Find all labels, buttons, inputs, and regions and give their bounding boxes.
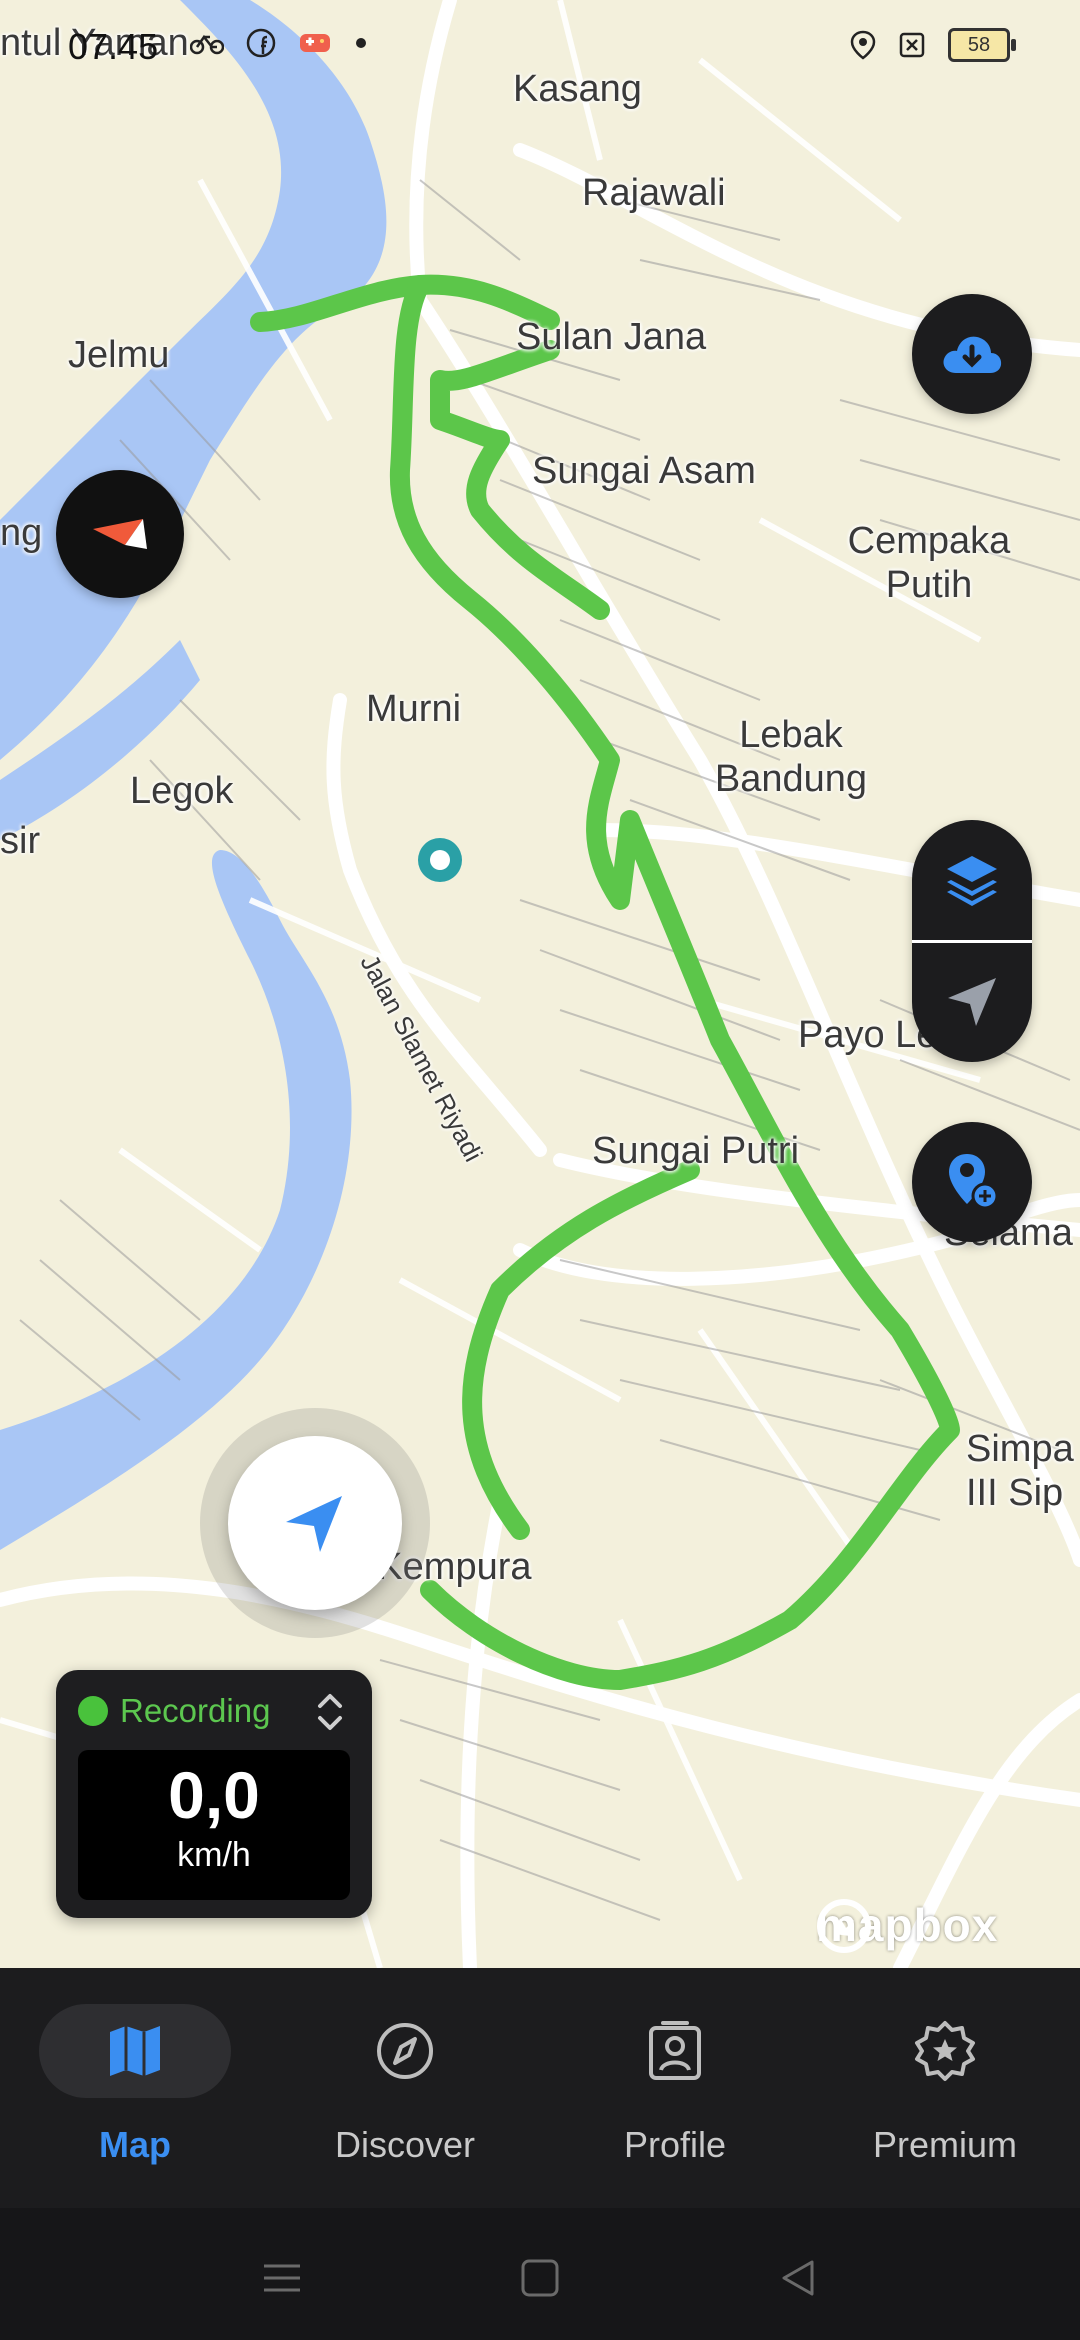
tab-discover[interactable]: Discover [270, 1968, 540, 2208]
facebook-icon [246, 28, 276, 58]
status-time: 07.45 [68, 26, 159, 67]
place-label: Rajawali [582, 172, 726, 214]
place-label: ng [0, 512, 43, 554]
dot-icon [356, 38, 366, 48]
premium-badge-icon [915, 2021, 975, 2081]
add-location-button[interactable] [912, 1122, 1032, 1242]
system-nav-bar [0, 2208, 1080, 2340]
bicycle-icon [190, 34, 224, 55]
cloud-download-icon [943, 336, 1002, 373]
game-icon [300, 34, 330, 52]
tab-map-indicator [39, 2004, 231, 2098]
speed-value: 0,0 [168, 1758, 260, 1832]
layers-button[interactable] [912, 820, 1032, 940]
expand-collapse-icon[interactable] [314, 1686, 346, 1738]
place-label: Lebak Bandung [714, 714, 868, 800]
layers-icon [947, 856, 997, 906]
recenter-arrow-icon [286, 1496, 342, 1552]
recording-status-label: Recording [120, 1692, 271, 1729]
tab-premium[interactable]: Premium [810, 1968, 1080, 2208]
place-label: Simpa III Sip [966, 1428, 1074, 1514]
map-icon [110, 2026, 160, 2076]
back-nav-button[interactable] [768, 2248, 828, 2308]
place-label: Jelmu [68, 334, 170, 376]
navigate-button[interactable] [912, 942, 1032, 1062]
tab-discover-iconwrap [309, 2004, 501, 2098]
back-triangle-icon [782, 2260, 814, 2296]
speed-display: 0,0 km/h [78, 1750, 350, 1900]
tab-map[interactable]: Map [0, 1968, 270, 2208]
place-label: Sungai Asam [532, 450, 756, 492]
recenter-button[interactable] [228, 1436, 402, 1610]
battery-icon: 58 [948, 28, 1016, 62]
home-square-icon [521, 2259, 559, 2297]
tab-discover-label: Discover [334, 2124, 476, 2165]
map-controls-pill [912, 820, 1032, 1062]
tab-map-label: Map [99, 2124, 171, 2165]
place-label: Murni [366, 688, 462, 730]
recording-status-dot [78, 1696, 108, 1726]
place-label: sir [0, 820, 41, 862]
place-label: Sulan Jana [516, 316, 707, 358]
compass-button[interactable] [56, 470, 184, 598]
add-location-icon [949, 1154, 999, 1210]
status-bar: 07.45 58 [0, 0, 1080, 90]
tab-profile-iconwrap [579, 2004, 771, 2098]
bottom-tab-bar: Map Discover Profile Premium [0, 1968, 1080, 2208]
place-label: Cempaka Putih [847, 520, 1011, 606]
menu-nav-button[interactable] [252, 2248, 312, 2308]
tab-profile[interactable]: Profile [540, 1968, 810, 2208]
download-maps-button[interactable] [912, 294, 1032, 414]
sim-off-icon [899, 32, 925, 58]
speed-unit: km/h [177, 1836, 251, 1874]
compass-icon [377, 2023, 433, 2079]
home-nav-button[interactable] [510, 2248, 570, 2308]
place-label: Legok [130, 770, 234, 812]
profile-icon [649, 2021, 701, 2080]
mapbox-logo-icon [817, 1899, 871, 1953]
tab-premium-iconwrap [849, 2004, 1041, 2098]
recording-widget[interactable]: Recording 0,0 km/h [56, 1670, 372, 1918]
place-label: Sungai Putri [592, 1130, 800, 1172]
compass-icon [93, 519, 147, 549]
tab-profile-label: Profile [623, 2124, 727, 2165]
mapbox-attribution[interactable]: mapbox [816, 1898, 998, 1953]
menu-icon [264, 2264, 300, 2292]
status-right-icons: 58 [850, 28, 1016, 62]
location-icon [850, 30, 876, 60]
status-left-icons [190, 28, 368, 58]
navigation-arrow-icon [948, 978, 996, 1026]
tab-premium-label: Premium [872, 2124, 1018, 2165]
